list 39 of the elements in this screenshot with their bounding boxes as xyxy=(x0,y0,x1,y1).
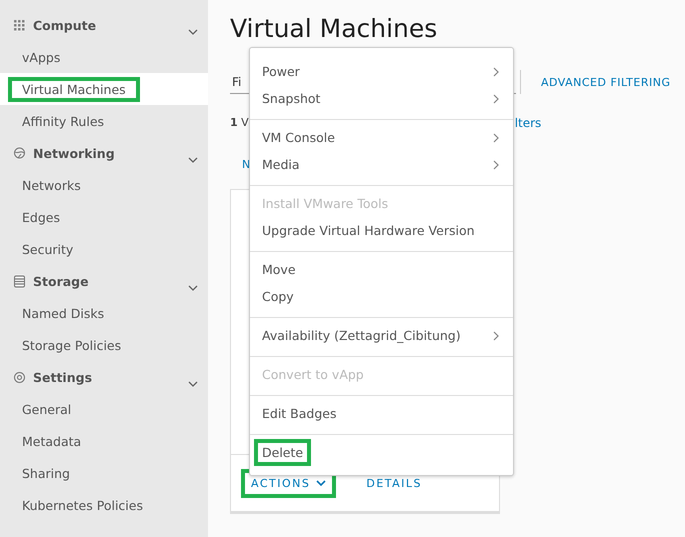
sidebar-item[interactable]: Affinity Rules xyxy=(8,108,118,134)
globe-icon xyxy=(13,146,26,160)
advanced-filtering-link[interactable]: ADVANCED FILTERING xyxy=(541,76,670,88)
chevron-icon[interactable] xyxy=(188,157,198,163)
sidebar-item[interactable]: General xyxy=(8,396,86,422)
chevron-icon[interactable] xyxy=(188,29,198,35)
sidebar-item[interactable]: Metadata xyxy=(8,428,96,454)
menu-item[interactable]: Upgrade Virtual Hardware Version xyxy=(254,217,483,244)
menu-item[interactable]: Edit Badges xyxy=(254,400,344,427)
caret-icon xyxy=(316,480,326,486)
sidebar-item[interactable]: Sharing xyxy=(8,460,84,486)
menu-item[interactable]: Move xyxy=(254,256,304,283)
sidebar-item[interactable]: Kubernetes Policies xyxy=(8,492,157,518)
menu-item[interactable]: Power xyxy=(254,58,308,85)
sidebar-item[interactable]: Edges xyxy=(8,204,74,230)
chevron-icon[interactable] xyxy=(188,381,198,387)
section-label: Compute xyxy=(33,18,96,32)
menu-item[interactable]: VM Console xyxy=(254,124,343,151)
count-text: 1 V xyxy=(230,116,249,130)
sidebar-item[interactable]: Named Disks xyxy=(8,300,118,326)
sidebar-item[interactable]: Security xyxy=(8,236,88,262)
sidebar-item[interactable]: Storage Policies xyxy=(8,332,136,358)
menu-item[interactable]: Availability (Zettagrid_Cibitung) xyxy=(254,322,469,349)
database-icon xyxy=(13,274,26,288)
details-button[interactable]: DETAILS xyxy=(360,472,428,494)
grid-icon xyxy=(13,18,26,32)
page-title: Virtual Machines xyxy=(230,14,438,45)
section-label: Networking xyxy=(33,146,115,160)
menu-item[interactable]: Snapshot xyxy=(254,85,328,112)
chevron-icon[interactable] xyxy=(188,285,198,291)
section-label: Storage xyxy=(33,274,89,288)
menu-item[interactable]: Media xyxy=(254,151,308,178)
menu-item[interactable]: Copy xyxy=(254,283,302,310)
sidebar-item[interactable]: vApps xyxy=(8,44,74,70)
sidebar-item[interactable]: Networks xyxy=(8,172,95,198)
settings-icon xyxy=(13,370,26,384)
section-label: Settings xyxy=(33,370,92,384)
menu-item[interactable]: Delete xyxy=(254,439,312,466)
filters-link[interactable]: lters xyxy=(514,116,542,130)
